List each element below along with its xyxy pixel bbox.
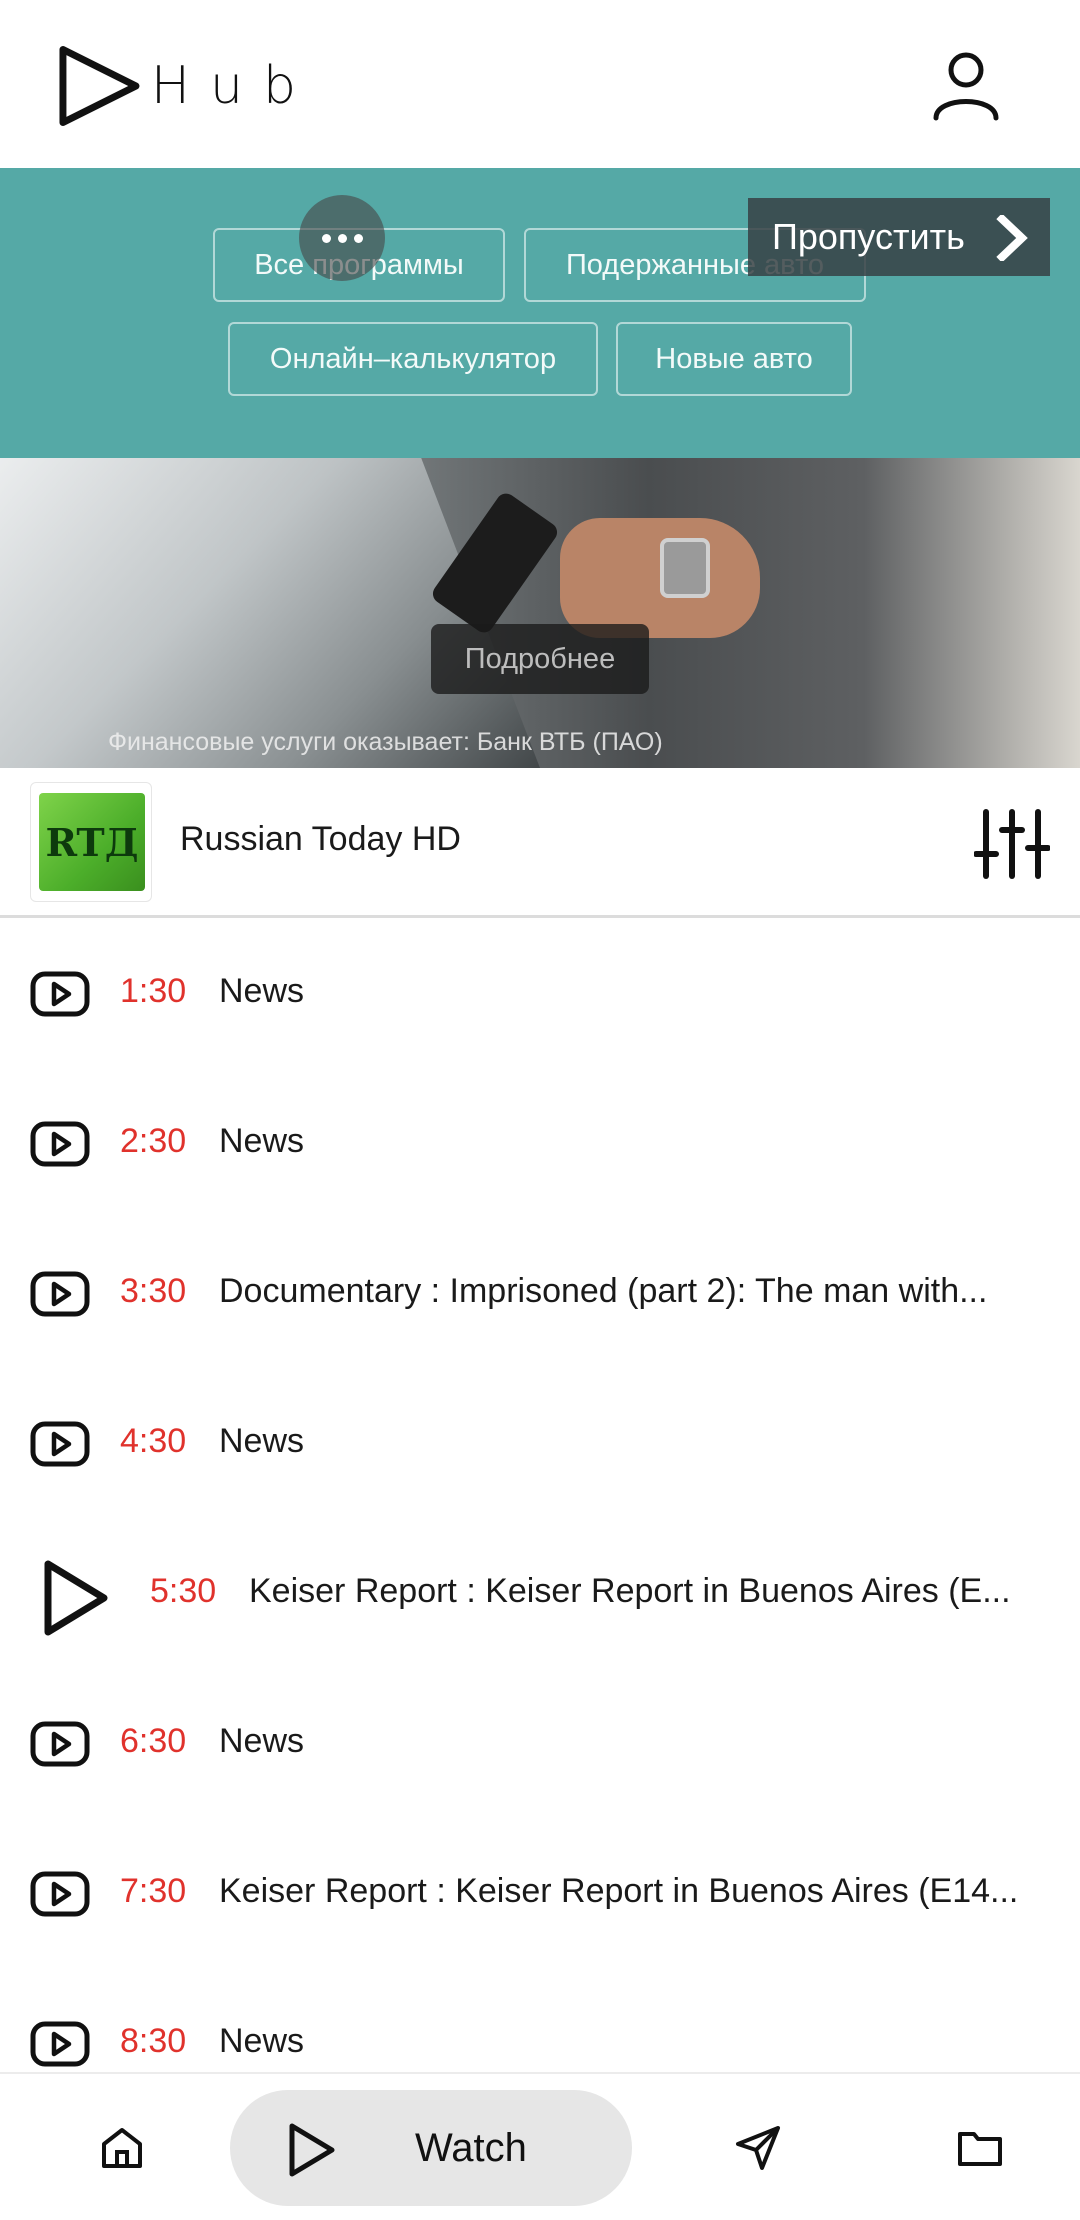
video-play-icon <box>30 1871 90 1917</box>
nav-watch-button[interactable]: Watch <box>230 2090 632 2206</box>
schedule-row[interactable]: 7:30 Keiser Report : Keiser Report in Bue… <box>0 1818 1080 1968</box>
ad-watch-image <box>660 538 710 598</box>
program-time: 2:30 <box>120 1122 187 1160</box>
schedule-row[interactable]: 3:30 Documentary : Imprisoned (part 2): T… <box>0 1218 1080 1368</box>
schedule-row[interactable]: 6:30 News <box>0 1668 1080 1818</box>
schedule-row[interactable]: 1:30 News <box>0 918 1080 1068</box>
skip-ad-button[interactable]: Пропустить <box>748 198 1050 276</box>
video-play-icon <box>30 1271 90 1317</box>
more-dot-icon <box>353 233 363 243</box>
program-schedule-list[interactable]: 1:30 News 2:30 News 3:30 Documentary : Impris… <box>0 918 1080 2072</box>
play-outline-icon <box>289 2123 335 2177</box>
app-logo[interactable]: Hub <box>56 36 316 136</box>
program-time: 4:30 <box>120 1422 187 1460</box>
send-icon <box>736 2126 780 2170</box>
schedule-row-current[interactable]: 5:30 Keiser Report : Keiser Report in Bue… <box>0 1518 1080 1668</box>
ad-top-panel: Все программы Подержанные авто Онлайн–ка… <box>0 168 1080 458</box>
folder-icon <box>958 2132 1002 2166</box>
channel-header: RTД Russian Today HD <box>0 768 1080 918</box>
program-title: News <box>219 1722 305 1760</box>
schedule-row[interactable]: 2:30 News <box>0 1068 1080 1218</box>
channel-name: Russian Today HD <box>180 820 461 858</box>
program-time: 1:30 <box>120 972 187 1010</box>
program-title: Documentary : Imprisoned (part 2): The m… <box>219 1272 988 1310</box>
ad-disclaimer: Финансовые услуги оказывает: Банк ВТБ (П… <box>108 728 663 756</box>
video-play-icon <box>30 971 90 1017</box>
program-title: News <box>219 1122 305 1160</box>
channel-logo-text: RTД <box>45 819 139 865</box>
schedule-row[interactable]: 8:30 News <box>0 1968 1080 2072</box>
skip-label: Пропустить <box>772 216 965 257</box>
video-play-icon <box>30 1421 90 1467</box>
program-title: News <box>219 1422 305 1460</box>
nav-send-button[interactable] <box>734 2124 782 2172</box>
sliders-icon <box>973 809 1051 879</box>
ad-more-info-button[interactable]: Подробнее <box>431 624 649 694</box>
program-title: News <box>219 2022 305 2060</box>
nav-folder-button[interactable] <box>956 2124 1004 2172</box>
logo-text: Hub <box>150 56 316 116</box>
profile-button[interactable] <box>930 50 1002 122</box>
bottom-navigation: Watch <box>0 2072 1080 2220</box>
video-play-icon <box>30 2021 90 2067</box>
more-dot-icon <box>337 233 347 243</box>
video-play-icon <box>30 1121 90 1167</box>
user-icon <box>933 52 999 121</box>
ad-photo <box>0 458 1080 768</box>
ad-chip-calculator[interactable]: Онлайн–калькулятор <box>228 322 598 396</box>
ad-banner[interactable]: Все программы Подержанные авто Онлайн–ка… <box>0 168 1080 768</box>
program-time: 6:30 <box>120 1722 187 1760</box>
program-time: 7:30 <box>120 1872 187 1910</box>
rt-logo-icon: RTД <box>39 793 145 891</box>
ad-chip-new-cars[interactable]: Новые авто <box>616 322 852 396</box>
filter-button[interactable] <box>973 808 1051 880</box>
home-icon <box>102 2128 142 2168</box>
more-dot-icon <box>321 233 331 243</box>
chevron-right-icon <box>996 215 1028 261</box>
program-title: News <box>219 972 305 1010</box>
program-title: Keiser Report : Keiser Report in Buenos … <box>249 1572 1011 1610</box>
video-play-icon <box>30 1721 90 1767</box>
schedule-row[interactable]: 4:30 News <box>0 1368 1080 1518</box>
play-outline-icon <box>59 46 140 126</box>
app-header: Hub <box>0 0 1080 168</box>
play-icon <box>44 1560 108 1636</box>
program-time: 5:30 <box>150 1572 217 1610</box>
program-time: 8:30 <box>120 2022 187 2060</box>
channel-logo: RTД <box>30 782 152 902</box>
ad-more-button[interactable] <box>299 195 385 281</box>
program-time: 3:30 <box>120 1272 187 1310</box>
program-title: Keiser Report : Keiser Report in Buenos … <box>219 1872 1019 1910</box>
nav-home-button[interactable] <box>98 2124 146 2172</box>
nav-watch-label: Watch <box>415 2126 527 2170</box>
